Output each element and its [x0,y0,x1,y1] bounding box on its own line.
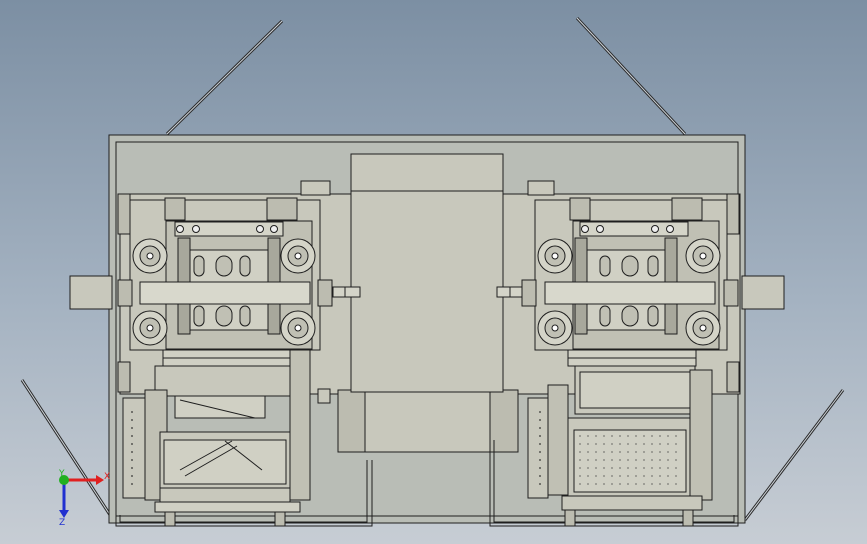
y-axis-label: Y [58,469,65,479]
left-shaft [69,275,113,310]
right-side-holes [534,405,544,490]
machine-drawing: X Y Z [20,16,845,528]
x-axis-label: X [104,472,110,482]
right-hole-pattern [578,434,682,488]
cad-viewport[interactable]: X Y Z [0,0,867,544]
z-axis-label: Z [59,518,65,528]
right-shaft [741,275,785,310]
left-hole-pattern [127,405,139,490]
